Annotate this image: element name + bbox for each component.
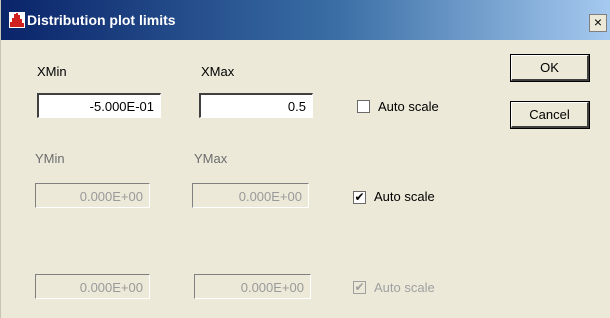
zmax-input: 0.000E+00: [194, 274, 311, 299]
ymin-input: 0.000E+00: [35, 183, 150, 208]
ymin-label: YMin: [35, 151, 65, 166]
y-auto-scale-label[interactable]: Auto scale: [374, 189, 435, 204]
ymax-label: YMax: [194, 151, 228, 166]
zmin-input: 0.000E+00: [35, 274, 150, 299]
z-auto-scale-checkbox: ✔: [353, 280, 366, 294]
xmax-label: XMax: [201, 64, 235, 79]
x-auto-scale-label[interactable]: Auto scale: [378, 99, 439, 114]
close-icon[interactable]: ×: [589, 14, 607, 32]
cancel-button[interactable]: Cancel: [510, 101, 590, 129]
y-auto-scale-checkbox[interactable]: ✔: [353, 191, 366, 204]
window-title: Distribution plot limits: [27, 12, 176, 28]
distribution-plot-limits-dialog: Distribution plot limits × XMin XMax -5.…: [0, 0, 610, 318]
histogram-icon: [9, 12, 25, 28]
z-auto-scale-label: Auto scale: [374, 280, 435, 295]
ymax-input: 0.000E+00: [192, 183, 309, 208]
title-bar[interactable]: Distribution plot limits ×: [1, 0, 610, 40]
x-auto-scale-checkbox[interactable]: [357, 100, 370, 113]
xmax-input[interactable]: 0.5: [199, 93, 313, 118]
xmin-label: XMin: [37, 64, 67, 79]
ok-button[interactable]: OK: [510, 54, 590, 82]
xmin-input[interactable]: -5.000E-01: [37, 93, 161, 118]
